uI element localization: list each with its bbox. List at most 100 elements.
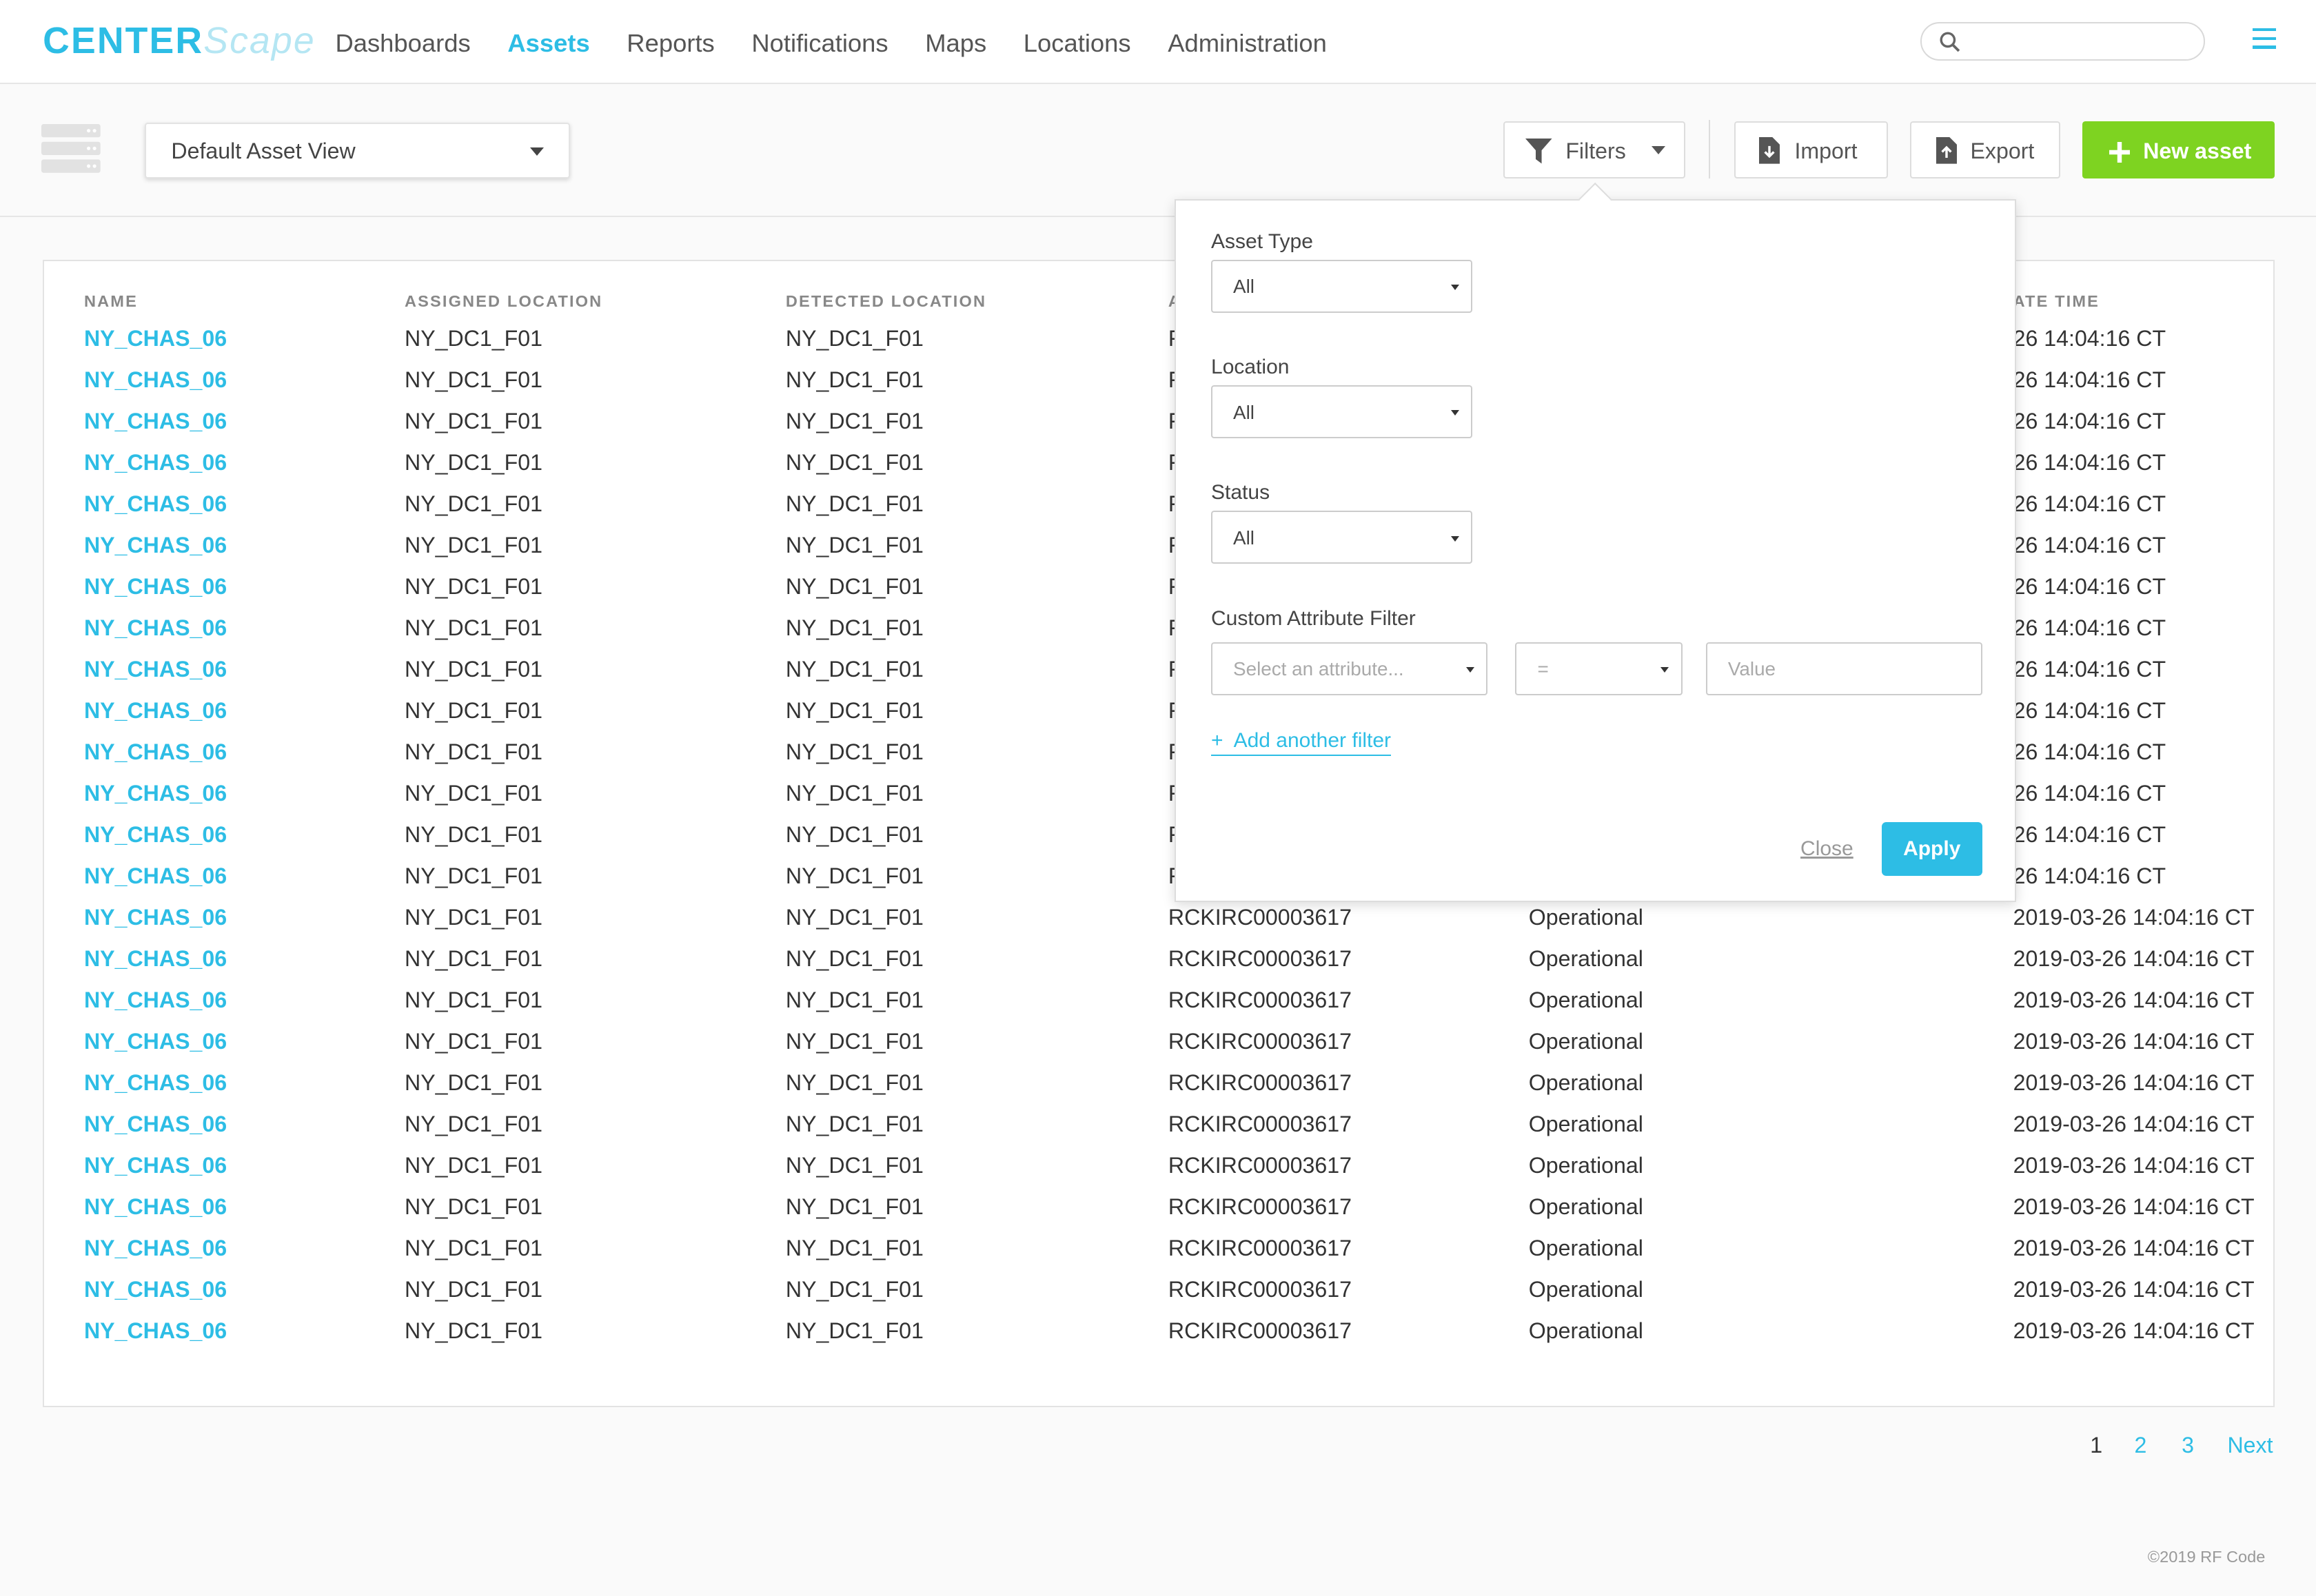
table-row[interactable]: NY_CHAS_06 NY_DC1_F01 NY_DC1_F01 RCKIRC0000… [44,1310,2273,1351]
nav-maps[interactable]: Maps [925,27,986,59]
filters-button[interactable]: Filters [1503,121,1686,179]
column-header-assigned-location[interactable]: ASSIGNED LOCATION [405,292,602,311]
assigned-location-cell: NY_DC1_F01 [405,1194,542,1219]
asset-view-dropdown[interactable]: Default Asset View [145,122,571,179]
update-time-cell: 2019-03-26 14:04:16 CT [2013,945,2255,971]
table-row[interactable]: NY_CHAS_06 NY_DC1_F01 NY_DC1_F01 RCKIRC0000… [44,1021,2273,1062]
status-cell: Operational [1528,987,1643,1012]
filters-popover: Asset Type All Location All Status All C… [1174,182,2017,903]
value-input[interactable]: Value [1705,642,1982,696]
nav-administration[interactable]: Administration [1168,27,1327,59]
asset-name-link[interactable]: NY_CHAS_06 [84,359,227,400]
asset-name-link[interactable]: NY_CHAS_06 [84,1103,227,1145]
detected-location-cell: NY_DC1_F01 [785,1111,924,1136]
toolbar-divider [1709,119,1711,179]
import-button[interactable]: Import [1734,121,1888,179]
update-time-cell: 26 14:04:16 CT [2013,780,2166,806]
attribute-select[interactable]: Select an attribute... [1211,642,1487,696]
update-time-cell: 26 14:04:16 CT [2013,367,2166,392]
update-time-cell: 26 14:04:16 CT [2013,863,2166,888]
assigned-location-cell: NY_DC1_F01 [405,656,542,682]
asset-name-link[interactable]: NY_CHAS_06 [84,1269,227,1310]
asset-name-link[interactable]: NY_CHAS_06 [84,400,227,442]
assigned-location-cell: NY_DC1_F01 [405,1070,542,1095]
asset-name-link[interactable]: NY_CHAS_06 [84,1021,227,1062]
asset-name-link[interactable]: NY_CHAS_06 [84,566,227,607]
nav-dashboards[interactable]: Dashboards [335,27,470,59]
column-header-name[interactable]: NAME [84,292,138,311]
asset-name-link[interactable]: NY_CHAS_06 [84,1186,227,1227]
operator-select[interactable]: = [1515,642,1683,696]
asset-name-link[interactable]: NY_CHAS_06 [84,979,227,1021]
detected-location-cell: NY_DC1_F01 [785,1070,924,1095]
assigned-location-cell: NY_DC1_F01 [405,1276,542,1302]
export-button[interactable]: Export [1909,121,2061,179]
table-row[interactable]: NY_CHAS_06 NY_DC1_F01 NY_DC1_F01 RCKIRC0000… [44,1062,2273,1103]
close-link[interactable]: Close [1800,837,1853,861]
assigned-location-cell: NY_DC1_F01 [405,1235,542,1260]
menu-icon[interactable] [2252,28,2277,52]
nav-reports[interactable]: Reports [627,27,714,59]
asset-name-link[interactable]: NY_CHAS_06 [84,442,227,483]
asset-name-link[interactable]: NY_CHAS_06 [84,318,227,359]
asset-name-link[interactable]: NY_CHAS_06 [84,897,227,938]
apply-button[interactable]: Apply [1881,822,1982,876]
asset-name-link[interactable]: NY_CHAS_06 [84,648,227,690]
table-row[interactable]: NY_CHAS_06 NY_DC1_F01 NY_DC1_F01 RCKIRC0000… [44,1269,2273,1310]
status-cell: Operational [1528,1070,1643,1095]
nav-assets[interactable]: Assets [507,27,589,59]
assigned-location-cell: NY_DC1_F01 [405,863,542,888]
import-file-icon [1759,137,1780,164]
asset-name-link[interactable]: NY_CHAS_06 [84,524,227,566]
location-label: Location [1211,356,1290,379]
search-input[interactable] [1920,22,2206,61]
asset-name-link[interactable]: NY_CHAS_06 [84,1145,227,1186]
assigned-location-cell: NY_DC1_F01 [405,1028,542,1054]
nav-notifications[interactable]: Notifications [751,27,888,59]
table-row[interactable]: NY_CHAS_06 NY_DC1_F01 NY_DC1_F01 RCKIRC0000… [44,938,2273,979]
detected-location-cell: NY_DC1_F01 [785,656,924,682]
table-row[interactable]: NY_CHAS_06 NY_DC1_F01 NY_DC1_F01 RCKIRC0000… [44,897,2273,938]
table-row[interactable]: NY_CHAS_06 NY_DC1_F01 NY_DC1_F01 RCKIRC0000… [44,1186,2273,1227]
asset-type-select[interactable]: All [1211,259,1473,314]
asset-name-link[interactable]: NY_CHAS_06 [84,855,227,897]
detected-location-cell: NY_DC1_F01 [785,863,924,888]
table-row[interactable]: NY_CHAS_06 NY_DC1_F01 NY_DC1_F01 RCKIRC0000… [44,1103,2273,1145]
column-header-detected-location[interactable]: DETECTED LOCATION [786,292,986,311]
asset-name-link[interactable]: NY_CHAS_06 [84,731,227,773]
asset-name-link[interactable]: NY_CHAS_06 [84,773,227,814]
nav-locations[interactable]: Locations [1024,27,1131,59]
assigned-location-cell: NY_DC1_F01 [405,739,542,764]
table-row[interactable]: NY_CHAS_06 NY_DC1_F01 NY_DC1_F01 RCKIRC0000… [44,1145,2273,1186]
asset-name-link[interactable]: NY_CHAS_06 [84,690,227,731]
detected-location-cell: NY_DC1_F01 [785,1194,924,1219]
update-time-cell: 26 14:04:16 CT [2013,491,2166,516]
update-time-cell: 2019-03-26 14:04:16 CT [2013,1235,2255,1260]
asset-name-link[interactable]: NY_CHAS_06 [84,607,227,648]
custom-attribute-label: Custom Attribute Filter [1211,606,1416,630]
detected-location-cell: NY_DC1_F01 [785,780,924,806]
new-asset-button[interactable]: New asset [2082,121,2275,179]
plus-icon: + [1211,729,1223,753]
asset-id-cell: RCKIRC00003617 [1168,904,1352,930]
status-select[interactable]: All [1211,511,1473,564]
operator-value: = [1537,658,1549,680]
detected-location-cell: NY_DC1_F01 [785,408,924,433]
location-select[interactable]: All [1211,385,1473,439]
asset-name-link[interactable]: NY_CHAS_06 [84,938,227,979]
asset-name-link[interactable]: NY_CHAS_06 [84,1227,227,1269]
asset-name-link[interactable]: NY_CHAS_06 [84,483,227,524]
page-2-link[interactable]: 2 [2134,1433,2146,1458]
table-row[interactable]: NY_CHAS_06 NY_DC1_F01 NY_DC1_F01 RCKIRC0000… [44,979,2273,1021]
asset-name-link[interactable]: NY_CHAS_06 [84,814,227,855]
main-nav: Dashboards Assets Reports Notifications … [335,27,1363,59]
column-header-update-time[interactable]: ATE TIME [2013,292,2100,311]
page-3-link[interactable]: 3 [2182,1433,2194,1458]
table-row[interactable]: NY_CHAS_06 NY_DC1_F01 NY_DC1_F01 RCKIRC0000… [44,1227,2273,1269]
add-another-filter-link[interactable]: + Add another filter [1211,729,1392,756]
asset-name-link[interactable]: NY_CHAS_06 [84,1062,227,1103]
assigned-location-cell: NY_DC1_F01 [405,1318,542,1343]
centerscape-logo[interactable]: CENTERScape [43,19,316,63]
asset-name-link[interactable]: NY_CHAS_06 [84,1310,227,1351]
next-page-link[interactable]: Next [2227,1433,2273,1458]
